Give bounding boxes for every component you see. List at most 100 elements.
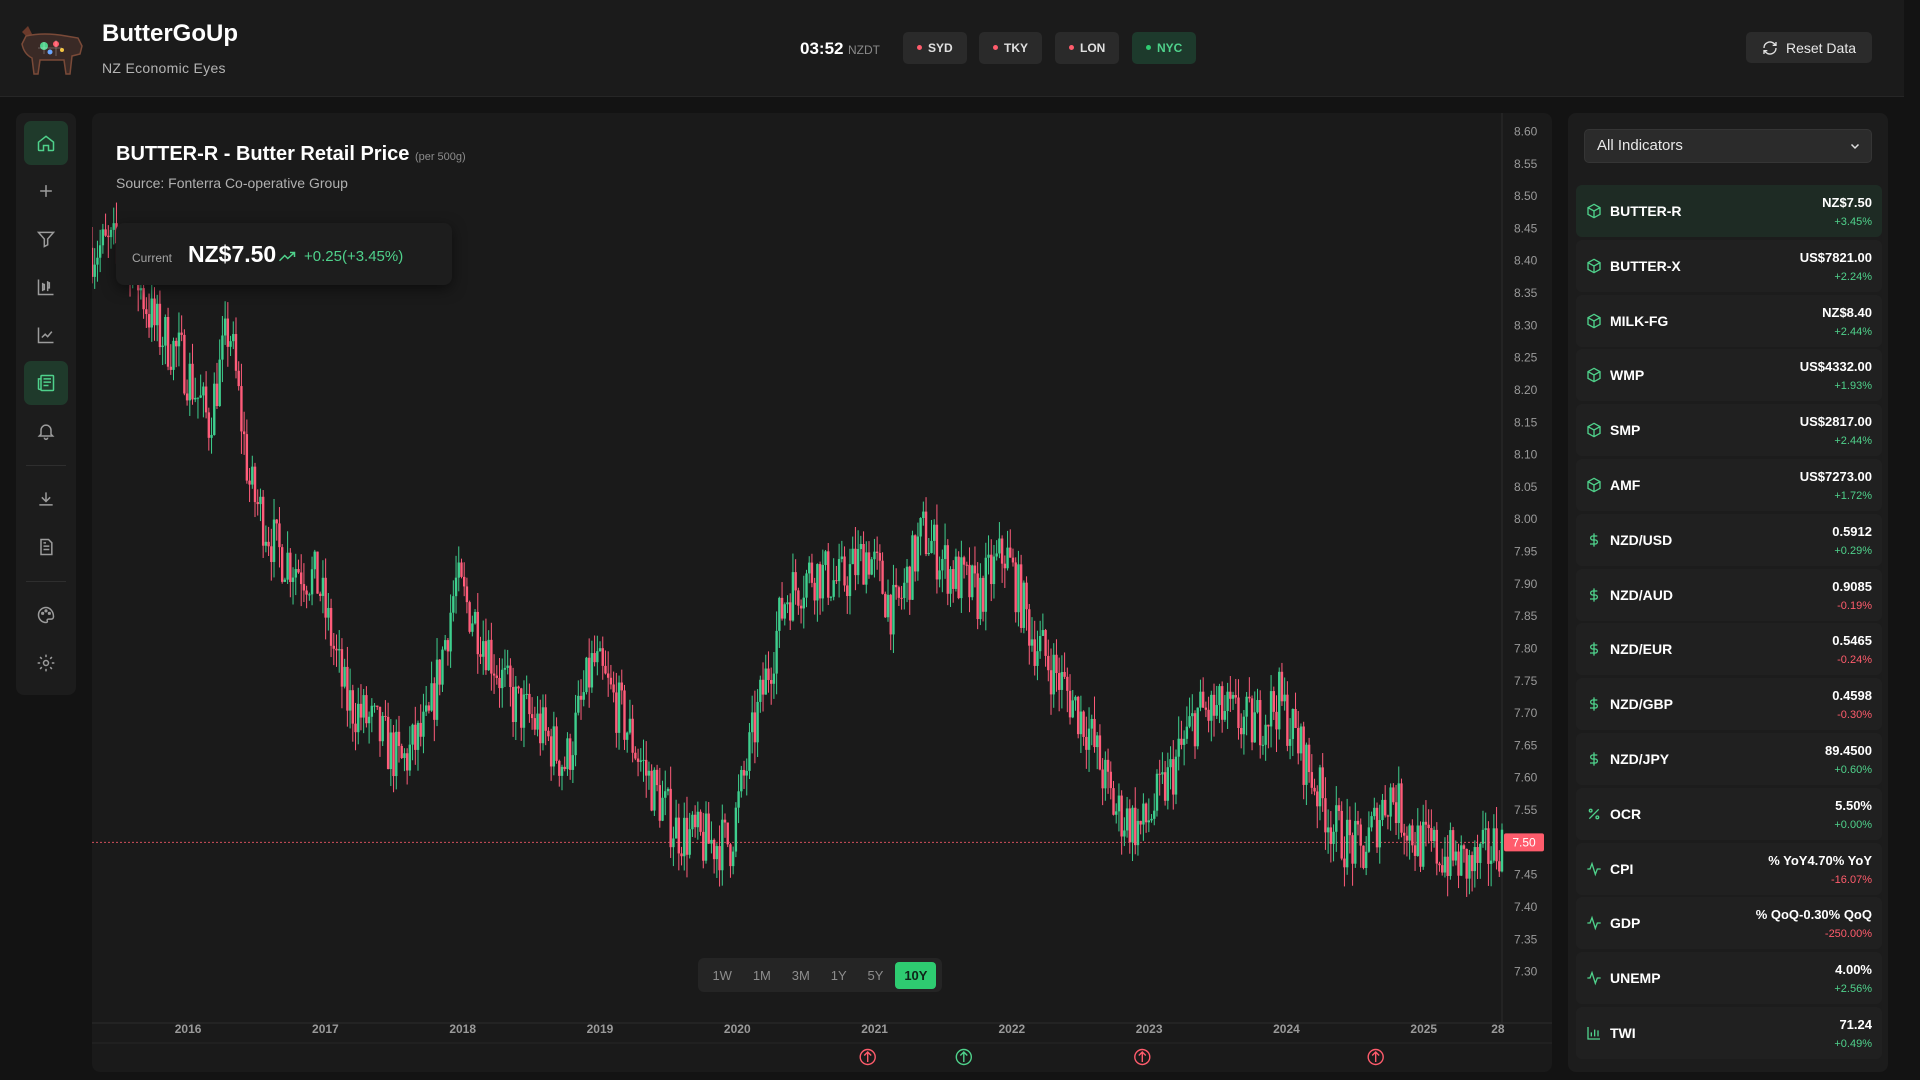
candle — [1142, 803, 1145, 825]
indicator-row-twi[interactable]: TWI 71.24 +0.49% — [1576, 1006, 1882, 1059]
indicator-row-milk-fg[interactable]: MILK-FG NZ$8.40 +2.44% — [1576, 294, 1882, 347]
candle — [1090, 718, 1093, 729]
indicator-row-nzd-gbp[interactable]: NZD/GBP 0.4598 -0.30% — [1576, 678, 1882, 731]
indicator-row-nzd-eur[interactable]: NZD/EUR 0.5465 -0.24% — [1576, 623, 1882, 676]
add-button[interactable] — [24, 169, 68, 213]
document-button[interactable] — [24, 525, 68, 569]
candle — [495, 675, 498, 678]
candle — [968, 564, 971, 598]
candle — [329, 607, 333, 646]
candle — [313, 551, 316, 570]
home-button[interactable] — [24, 121, 68, 165]
candle — [354, 723, 357, 733]
market-lon[interactable]: LON — [1055, 32, 1120, 64]
candle — [1272, 691, 1275, 712]
candle — [628, 718, 632, 733]
candle — [808, 562, 811, 574]
range-5y-button[interactable]: 5Y — [859, 962, 893, 989]
indicator-row-cpi[interactable]: CPI % YoY4.70% YoY -16.07% — [1576, 842, 1882, 895]
y-tick-label: 7.55 — [1514, 803, 1538, 817]
y-tick-label: 8.15 — [1514, 415, 1538, 429]
indicator-row-amf[interactable]: AMF US$7273.00 +1.72% — [1576, 458, 1882, 511]
y-tick-label: 7.35 — [1514, 932, 1538, 946]
candle — [590, 653, 594, 688]
range-3m-button[interactable]: 3M — [783, 962, 819, 989]
candle — [1210, 694, 1213, 721]
candle — [1264, 724, 1267, 745]
candle — [1038, 636, 1042, 652]
candle — [1299, 726, 1303, 754]
indicator-row-wmp[interactable]: WMP US$4332.00 +1.93% — [1576, 349, 1882, 402]
reset-data-button[interactable]: Reset Data — [1746, 32, 1872, 63]
candle — [397, 731, 401, 746]
indicator-row-gdp[interactable]: GDP % QoQ-0.30% QoQ -250.00% — [1576, 897, 1882, 950]
candle — [378, 706, 382, 742]
download-button[interactable] — [24, 477, 68, 521]
arrow-up-icon — [959, 1051, 968, 1062]
range-1m-button[interactable]: 1M — [744, 962, 780, 989]
indicator-row-nzd-aud[interactable]: NZD/AUD 0.9085 -0.19% — [1576, 568, 1882, 621]
news-icon — [37, 374, 55, 392]
range-1y-button[interactable]: 1Y — [822, 962, 856, 989]
candle — [278, 523, 281, 548]
candle — [810, 562, 814, 583]
alerts-button[interactable] — [24, 409, 68, 453]
candle — [109, 229, 113, 238]
candle — [761, 679, 765, 695]
market-syd[interactable]: SYD — [903, 32, 967, 64]
line-chart-button[interactable] — [24, 313, 68, 357]
candle — [1239, 728, 1243, 735]
candle — [1449, 830, 1452, 876]
candle — [552, 726, 556, 767]
y-tick-label: 8.20 — [1514, 383, 1538, 397]
indicator-change: +0.49% — [1834, 1037, 1872, 1050]
candle — [1424, 821, 1428, 825]
candle — [897, 587, 901, 598]
candle — [308, 594, 311, 596]
candle — [92, 247, 94, 277]
indicator-row-butter-x[interactable]: BUTTER-X US$7821.00 +2.24% — [1576, 239, 1882, 292]
candle — [539, 713, 542, 744]
candle — [577, 695, 580, 713]
candle — [1150, 818, 1153, 821]
candle — [275, 519, 278, 524]
arrow-up-icon — [1371, 1051, 1380, 1062]
settings-button[interactable] — [24, 641, 68, 685]
candle — [267, 541, 270, 547]
candle — [414, 724, 417, 750]
indicator-filter-select[interactable]: All Indicators — [1584, 129, 1872, 163]
market-nyc[interactable]: NYC — [1132, 32, 1197, 64]
indicator-row-butter-r[interactable]: BUTTER-R NZ$7.50 +3.45% — [1576, 185, 1882, 237]
indicator-row-unemp[interactable]: UNEMP 4.00% +2.56% — [1576, 952, 1882, 1005]
candle — [196, 397, 200, 399]
indicator-row-ocr[interactable]: OCR 5.50% +0.00% — [1576, 787, 1882, 840]
candle — [479, 654, 482, 657]
market-tky[interactable]: TKY — [979, 32, 1042, 64]
candle — [731, 851, 735, 867]
candle — [669, 788, 672, 848]
candle — [1288, 739, 1292, 746]
candle — [1220, 686, 1224, 720]
indicator-row-nzd-jpy[interactable]: NZD/JPY 89.4500 +0.60% — [1576, 732, 1882, 785]
candle — [1307, 744, 1311, 773]
y-tick-label: 7.85 — [1514, 609, 1538, 623]
candle — [1166, 767, 1170, 801]
candle — [1003, 563, 1007, 569]
candle — [1242, 716, 1246, 735]
range-10y-button[interactable]: 10Y — [895, 961, 937, 989]
candle — [1487, 828, 1490, 864]
range-1w-button[interactable]: 1W — [703, 962, 741, 989]
filter-button[interactable] — [24, 217, 68, 261]
indicator-row-smp[interactable]: SMP US$2817.00 +2.44% — [1576, 404, 1882, 457]
indicator-row-nzd-usd[interactable]: NZD/USD 0.5912 +0.29% — [1576, 513, 1882, 566]
candle — [1297, 728, 1300, 754]
candle — [1335, 805, 1338, 832]
candle — [316, 551, 319, 594]
candle — [949, 569, 952, 594]
candle — [1253, 712, 1256, 743]
theme-button[interactable] — [24, 593, 68, 637]
candles-button[interactable] — [24, 265, 68, 309]
y-tick-label: 7.80 — [1514, 641, 1538, 655]
candle — [560, 766, 564, 776]
news-button[interactable] — [24, 361, 68, 405]
